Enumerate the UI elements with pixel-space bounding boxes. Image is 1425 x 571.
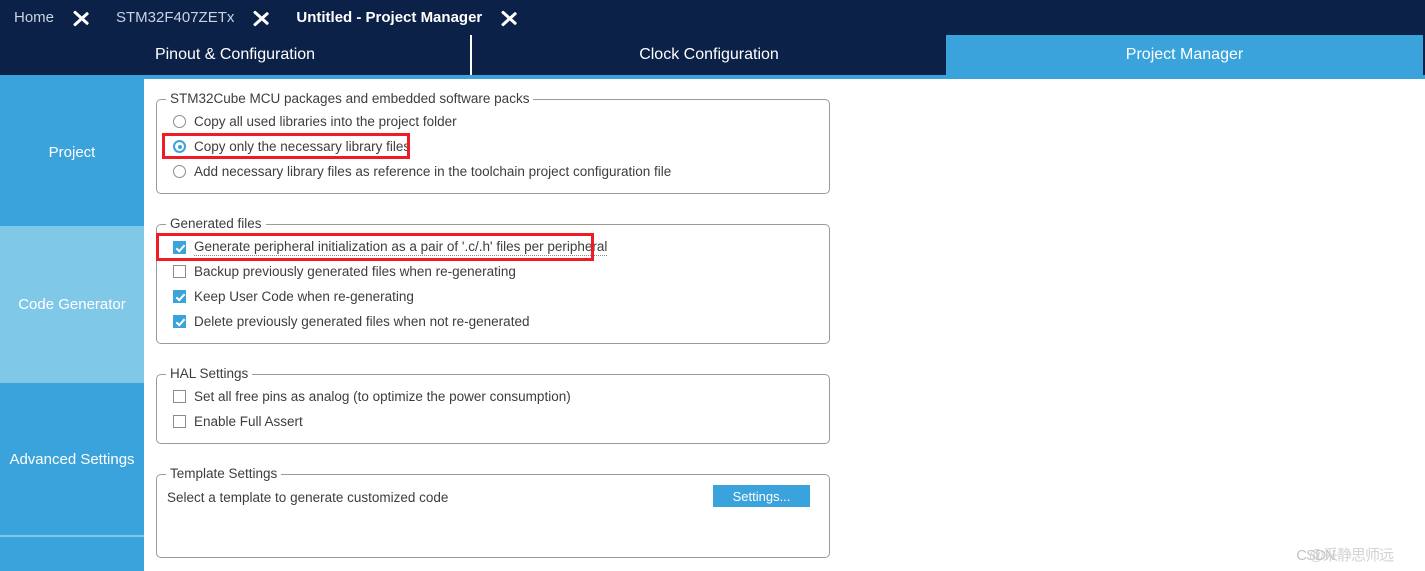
watermark: CSDN@采静思师远 bbox=[1296, 544, 1419, 565]
checkbox-generate-peripheral-init-label: Generate peripheral initialization as a … bbox=[194, 239, 608, 256]
radio-add-libraries-as-reference-label: Add necessary library files as reference… bbox=[194, 164, 672, 179]
radio-add-libraries-as-reference[interactable]: Add necessary library files as reference… bbox=[173, 164, 671, 179]
radio-copy-necessary-libraries-label: Copy only the necessary library files bbox=[194, 139, 411, 154]
group-mcu-packages-title: STM32Cube MCU packages and embedded soft… bbox=[166, 91, 534, 106]
breadcrumb-item-current[interactable]: Untitled - Project Manager bbox=[282, 0, 496, 35]
group-mcu-packages: STM32Cube MCU packages and embedded soft… bbox=[156, 91, 830, 194]
checkbox-backup-previously-generated[interactable]: Backup previously generated files when r… bbox=[173, 264, 516, 279]
group-generated-files: Generated files Generate peripheral init… bbox=[156, 216, 830, 344]
checkbox-delete-previously-generated-label: Delete previously generated files when n… bbox=[194, 314, 530, 329]
group-hal-settings-title: HAL Settings bbox=[166, 366, 253, 381]
checkbox-enable-full-assert[interactable]: Enable Full Assert bbox=[173, 414, 303, 429]
watermark-back-text: @采静思师远 bbox=[1308, 547, 1394, 564]
sidebar-item-project[interactable]: Project bbox=[0, 79, 144, 228]
main-tab-bar: Pinout & Configuration Clock Configurati… bbox=[0, 35, 1425, 75]
chevron-right-icon bbox=[248, 0, 282, 35]
radio-copy-necessary-libraries[interactable]: Copy only the necessary library files bbox=[173, 139, 410, 154]
group-hal-settings: HAL Settings Set all free pins as analog… bbox=[156, 366, 830, 444]
content-panel: STM32Cube MCU packages and embedded soft… bbox=[144, 79, 1425, 571]
checkbox-enable-full-assert-label: Enable Full Assert bbox=[194, 414, 303, 429]
checkbox-unchecked-icon bbox=[173, 415, 186, 428]
checkbox-checked-icon bbox=[173, 315, 186, 328]
template-settings-description: Select a template to generate customized… bbox=[167, 490, 449, 505]
checkbox-keep-user-code[interactable]: Keep User Code when re-generating bbox=[173, 289, 414, 304]
sidebar-item-advanced-settings[interactable]: Advanced Settings bbox=[0, 383, 144, 537]
group-generated-files-title: Generated files bbox=[166, 216, 266, 231]
template-settings-button[interactable]: Settings... bbox=[713, 485, 810, 507]
sidebar: Project Code Generator Advanced Settings bbox=[0, 79, 144, 571]
radio-checked-icon bbox=[173, 140, 186, 153]
sidebar-item-code-generator[interactable]: Code Generator bbox=[0, 228, 144, 383]
breadcrumb: Home STM32F407ZETx Untitled - Project Ma… bbox=[0, 0, 1425, 35]
checkbox-keep-user-code-label: Keep User Code when re-generating bbox=[194, 289, 414, 304]
breadcrumb-item-mcu[interactable]: STM32F407ZETx bbox=[102, 0, 248, 35]
group-template-settings-title: Template Settings bbox=[166, 466, 282, 481]
checkbox-delete-previously-generated[interactable]: Delete previously generated files when n… bbox=[173, 314, 529, 329]
tab-project-manager[interactable]: Project Manager bbox=[946, 35, 1423, 75]
sidebar-item-empty bbox=[0, 537, 144, 571]
checkbox-checked-icon bbox=[173, 241, 186, 254]
tab-clock-configuration[interactable]: Clock Configuration bbox=[472, 35, 946, 75]
chevron-right-icon bbox=[68, 0, 102, 35]
radio-copy-all-libraries-label: Copy all used libraries into the project… bbox=[194, 114, 457, 129]
checkbox-set-free-pins-analog[interactable]: Set all free pins as analog (to optimize… bbox=[173, 389, 571, 404]
checkbox-set-free-pins-analog-label: Set all free pins as analog (to optimize… bbox=[194, 389, 571, 404]
checkbox-unchecked-icon bbox=[173, 265, 186, 278]
chevron-right-icon bbox=[496, 0, 530, 35]
radio-unchecked-icon bbox=[173, 165, 186, 178]
checkbox-backup-previously-generated-label: Backup previously generated files when r… bbox=[194, 264, 516, 279]
radio-unchecked-icon bbox=[173, 115, 186, 128]
checkbox-generate-peripheral-init[interactable]: Generate peripheral initialization as a … bbox=[173, 239, 608, 256]
tab-pinout-configuration[interactable]: Pinout & Configuration bbox=[0, 35, 472, 75]
checkbox-checked-icon bbox=[173, 290, 186, 303]
radio-copy-all-libraries[interactable]: Copy all used libraries into the project… bbox=[173, 114, 457, 129]
breadcrumb-item-home[interactable]: Home bbox=[0, 0, 68, 35]
group-template-settings: Template Settings Select a template to g… bbox=[156, 466, 830, 558]
checkbox-unchecked-icon bbox=[173, 390, 186, 403]
